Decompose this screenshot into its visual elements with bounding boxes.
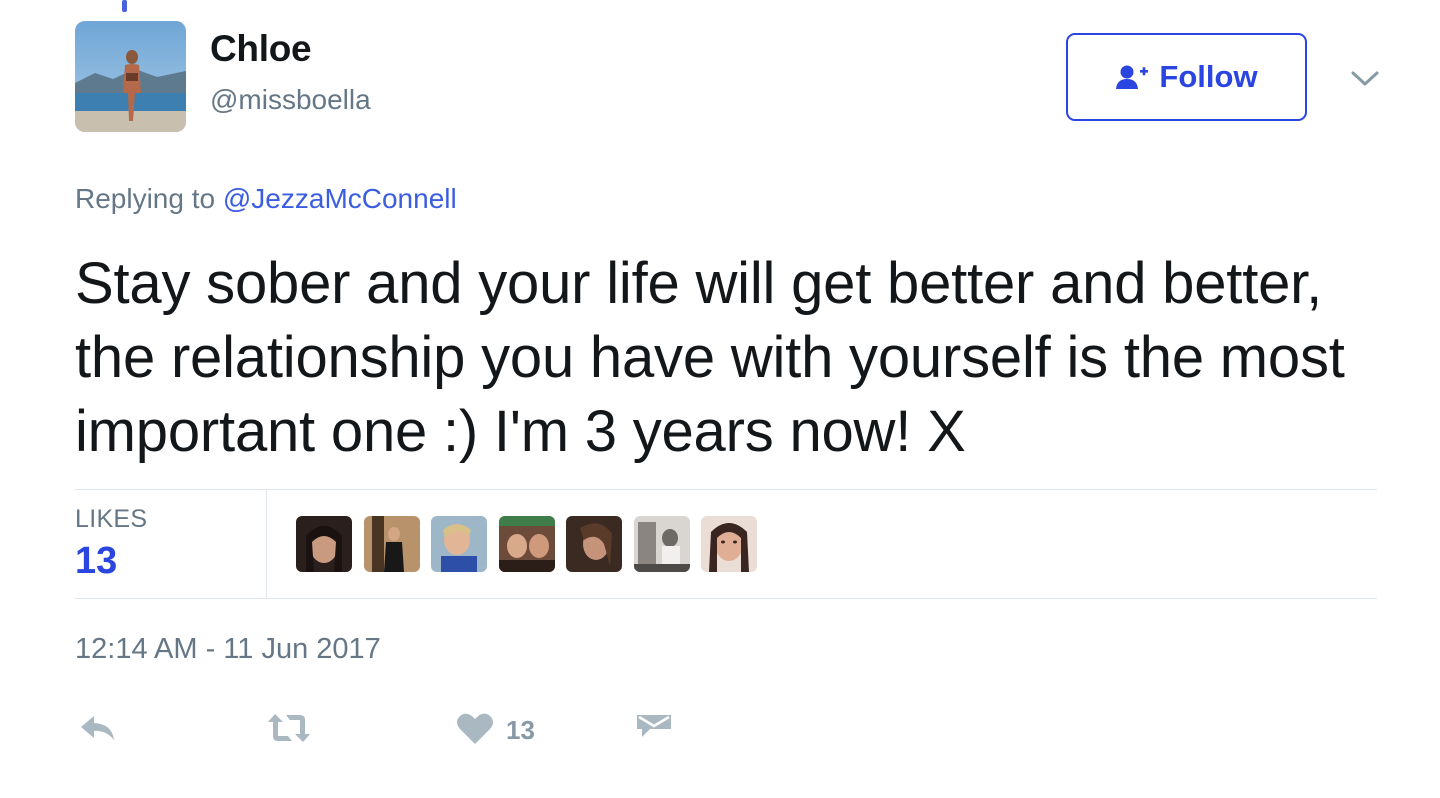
replying-to-mention[interactable]: @JezzaMcConnell xyxy=(223,183,457,214)
author-avatar[interactable] xyxy=(75,21,186,132)
replying-to-prefix: Replying to xyxy=(75,183,216,214)
author-handle[interactable]: @missboella xyxy=(210,84,371,116)
stats-separator xyxy=(266,490,267,598)
liker-avatar[interactable] xyxy=(364,516,420,572)
direct-message-icon xyxy=(636,711,672,750)
liker-avatar[interactable] xyxy=(566,516,622,572)
stats-bottom-divider xyxy=(75,598,1377,599)
liker-avatar[interactable] xyxy=(701,516,757,572)
liker-avatar[interactable] xyxy=(499,516,555,572)
liker-avatar[interactable] xyxy=(431,516,487,572)
heart-icon xyxy=(456,711,494,750)
liker-avatar[interactable] xyxy=(296,516,352,572)
retweet-icon xyxy=(266,712,312,749)
thread-connector-line xyxy=(122,0,127,12)
like-button[interactable]: 13 xyxy=(456,708,535,752)
replying-to-line: Replying to @JezzaMcConnell xyxy=(75,183,457,215)
liker-avatar[interactable] xyxy=(634,516,690,572)
stats-top-divider xyxy=(75,489,1377,490)
likes-label: LIKES xyxy=(75,505,148,533)
follow-button[interactable]: Follow xyxy=(1066,33,1307,121)
chevron-down-icon[interactable] xyxy=(1348,64,1382,94)
reply-icon xyxy=(78,712,118,749)
direct-message-button[interactable] xyxy=(636,708,672,752)
retweet-button[interactable] xyxy=(266,708,312,752)
author-display-name[interactable]: Chloe xyxy=(210,28,312,70)
like-action-count: 13 xyxy=(506,714,535,745)
reply-button[interactable] xyxy=(78,708,118,752)
likes-count[interactable]: 13 xyxy=(75,540,117,583)
tweet-text: Stay sober and your life will get better… xyxy=(75,251,1345,464)
follow-user-icon xyxy=(1115,64,1149,90)
follow-button-label: Follow xyxy=(1159,59,1258,94)
tweet-timestamp[interactable]: 12:14 AM - 11 Jun 2017 xyxy=(75,633,381,666)
